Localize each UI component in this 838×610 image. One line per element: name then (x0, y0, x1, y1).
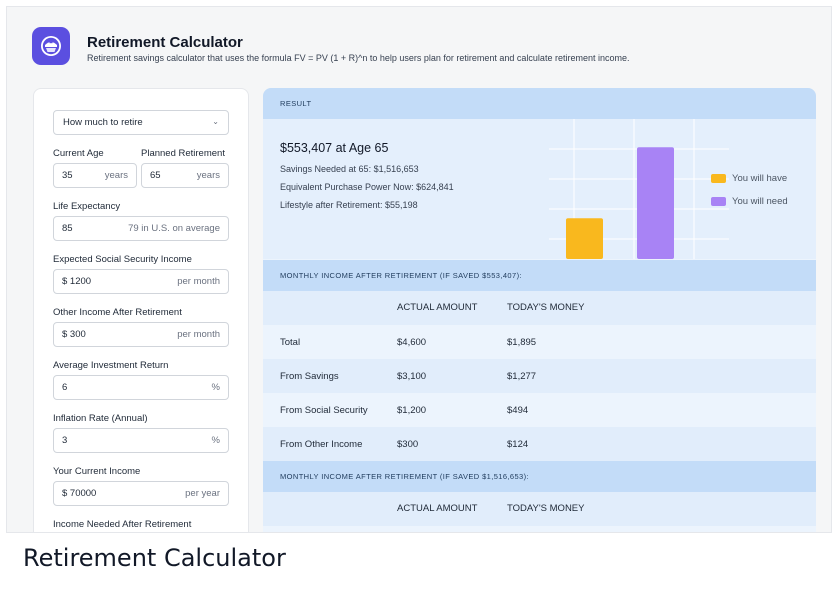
investment-return-unit: % (211, 382, 220, 393)
result-panel: RESULT $553,407 at Age 65 Savings Needed… (263, 88, 816, 532)
social-security-label: Expected Social Security Income (53, 254, 192, 265)
table2-header-row: ACTUAL AMOUNT TODAY'S MONEY (263, 492, 816, 526)
social-security-value: $ 1200 (62, 276, 92, 287)
table-row: From Other Income $300 $124 (263, 427, 816, 461)
table-row: Total $4,600 $1,895 (263, 325, 816, 359)
life-expectancy-field[interactable]: 85 79 in U.S. on average (53, 216, 229, 241)
table2-title: MONTHLY INCOME AFTER RETIREMENT (IF SAVE… (263, 461, 816, 492)
row-actual: $1,200 (397, 405, 427, 416)
legend-you-will-have: You will have (711, 173, 787, 184)
current-age-value: 35 (62, 170, 73, 181)
inflation-label: Inflation Rate (Annual) (53, 413, 148, 424)
current-income-field[interactable]: $ 70000 per year (53, 481, 229, 506)
table2-col-today: TODAY'S MONEY (507, 503, 585, 514)
row-today: $124 (507, 439, 529, 450)
row-label: From Social Security (280, 405, 368, 416)
inflation-unit: % (211, 435, 220, 446)
current-income-unit: per year (185, 488, 220, 499)
planned-retirement-field[interactable]: 65 years (141, 163, 229, 188)
result-header: RESULT (263, 88, 816, 119)
planned-retirement-unit: years (196, 170, 220, 181)
table1-col-actual: ACTUAL AMOUNT (397, 302, 478, 313)
investment-return-value: 6 (62, 382, 68, 393)
planned-retirement-label: Planned Retirement (141, 148, 225, 159)
row-label: Total (280, 337, 301, 348)
investment-return-field[interactable]: 6 % (53, 375, 229, 400)
life-expectancy-unit: 79 in U.S. on average (128, 223, 220, 234)
table-row: From Social Security $1,200 $494 (263, 393, 816, 427)
row-actual: $300 (397, 439, 419, 450)
current-income-label: Your Current Income (53, 466, 141, 477)
result-headline: $553,407 at Age 65 (280, 141, 389, 155)
investment-return-label: Average Investment Return (53, 360, 169, 371)
chevron-down-icon: ⌄ (212, 117, 219, 126)
table1-header-row: ACTUAL AMOUNT TODAY'S MONEY (263, 291, 816, 325)
calculation-mode-value: How much to retire (63, 117, 143, 128)
legend-you-will-need: You will need (711, 196, 788, 207)
current-age-field[interactable]: 35 years (53, 163, 137, 188)
legend-label-need: You will need (732, 196, 788, 207)
purchase-power: Equivalent Purchase Power Now: $624,841 (280, 182, 454, 192)
input-panel: How much to retire ⌄ Current Age Planned… (33, 88, 249, 532)
other-income-label: Other Income After Retirement (53, 307, 182, 318)
current-age-unit: years (104, 170, 128, 181)
row-actual: $4,600 (397, 337, 427, 348)
social-security-unit: per month (177, 276, 220, 287)
other-income-field[interactable]: $ 300 per month (53, 322, 229, 347)
piggy-bank-icon (32, 27, 70, 65)
table1-col-today: TODAY'S MONEY (507, 302, 585, 313)
row-today: $494 (507, 405, 529, 416)
row-today: $1,277 (507, 371, 537, 382)
row-today: $1,895 (507, 337, 537, 348)
social-security-field[interactable]: $ 1200 per month (53, 269, 229, 294)
app-description: Retirement savings calculator that uses … (87, 53, 630, 63)
savings-needed: Savings Needed at 65: $1,516,653 (280, 164, 419, 174)
table-row: From Savings $3,100 $1,277 (263, 359, 816, 393)
inflation-field[interactable]: 3 % (53, 428, 229, 453)
planned-retirement-value: 65 (150, 170, 161, 181)
chart-bar-you-will-need (637, 147, 674, 259)
app-title: Retirement Calculator (87, 34, 243, 51)
app-window: Retirement Calculator Retirement savings… (6, 6, 832, 533)
inflation-value: 3 (62, 435, 68, 446)
life-expectancy-value: 85 (62, 223, 73, 234)
row-actual: $3,100 (397, 371, 427, 382)
other-income-value: $ 300 (62, 329, 86, 340)
legend-label-have: You will have (732, 173, 788, 184)
chart-bar-you-will-have (566, 218, 603, 259)
page-caption: Retirement Calculator (23, 544, 286, 572)
current-income-value: $ 70000 (62, 488, 97, 499)
row-label: From Other Income (280, 439, 363, 450)
life-expectancy-label: Life Expectancy (53, 201, 121, 212)
table2-col-actual: ACTUAL AMOUNT (397, 503, 478, 514)
current-age-label: Current Age (53, 148, 104, 159)
other-income-unit: per month (177, 329, 220, 340)
income-needed-label: Income Needed After Retirement (53, 519, 192, 530)
row-label: From Savings (280, 371, 339, 382)
legend-swatch-have (711, 174, 726, 183)
calculation-mode-select[interactable]: How much to retire ⌄ (53, 110, 229, 135)
lifestyle-after-retirement: Lifestyle after Retirement: $55,198 (280, 200, 418, 210)
app-header: Retirement Calculator Retirement savings… (7, 7, 831, 85)
savings-bar-chart (549, 119, 729, 259)
table1-title: MONTHLY INCOME AFTER RETIREMENT (IF SAVE… (263, 260, 816, 291)
legend-swatch-need (711, 197, 726, 206)
